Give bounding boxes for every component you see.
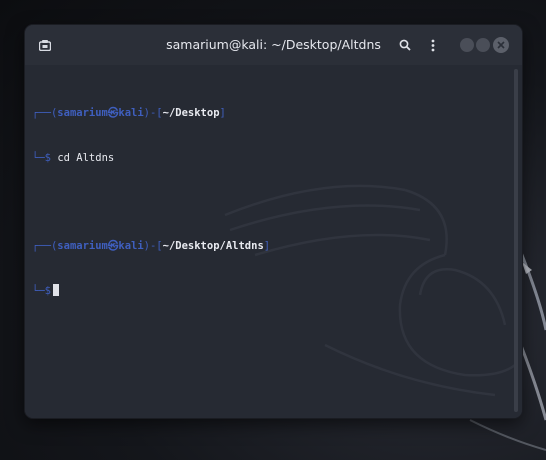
close-icon — [497, 41, 505, 49]
close-button[interactable] — [493, 37, 509, 53]
prompt-frame: ] — [219, 107, 226, 119]
terminal-window: samarium@kali: ~/Desktop/Altdns ┌──(sama… — [25, 25, 522, 418]
title-bar[interactable]: samarium@kali: ~/Desktop/Altdns — [25, 25, 522, 65]
prompt-line: ┌──(samarium㉿kali)-[~/Desktop] — [32, 106, 508, 121]
command-line: └─$ cd Altdns — [32, 151, 508, 166]
prompt-line: ┌──(samarium㉿kali)-[~/Desktop/Altdns] — [32, 239, 508, 254]
terminal-content[interactable]: ┌──(samarium㉿kali)-[~/Desktop] └─$ cd Al… — [25, 65, 522, 418]
prompt-frame: └─ — [32, 152, 45, 164]
scrollbar-thumb[interactable] — [514, 69, 518, 412]
command-line[interactable]: └─$ — [32, 284, 508, 299]
prompt-user: samarium㉿kali — [57, 240, 144, 252]
prompt-path: ~/Desktop/Altdns — [162, 240, 264, 252]
scrollbar[interactable] — [514, 69, 518, 412]
prompt-symbol: $ — [44, 152, 51, 164]
prompt-frame: ┌──( — [32, 240, 58, 252]
maximize-icon[interactable] — [476, 38, 490, 52]
minimize-icon[interactable] — [460, 38, 474, 52]
search-icon[interactable] — [395, 25, 415, 65]
window-title: samarium@kali: ~/Desktop/Altdns — [166, 37, 381, 52]
kebab-menu-icon[interactable] — [425, 25, 441, 65]
prompt-frame: └─ — [32, 285, 45, 297]
terminal-output: ┌──(samarium㉿kali)-[~/Desktop] └─$ cd Al… — [32, 76, 508, 329]
prompt-user: samarium㉿kali — [57, 107, 144, 119]
text-cursor — [52, 284, 59, 296]
prompt-frame: ┌──( — [32, 107, 58, 119]
prompt-frame: )-[ — [143, 240, 163, 252]
prompt-path: ~/Desktop — [162, 107, 220, 119]
prompt-symbol: $ — [44, 285, 51, 297]
prompt-frame: ] — [263, 240, 271, 252]
terminal-tab-icon[interactable] — [35, 25, 55, 65]
prompt-frame: )-[ — [143, 107, 163, 119]
command-text: cd Altdns — [57, 152, 115, 164]
